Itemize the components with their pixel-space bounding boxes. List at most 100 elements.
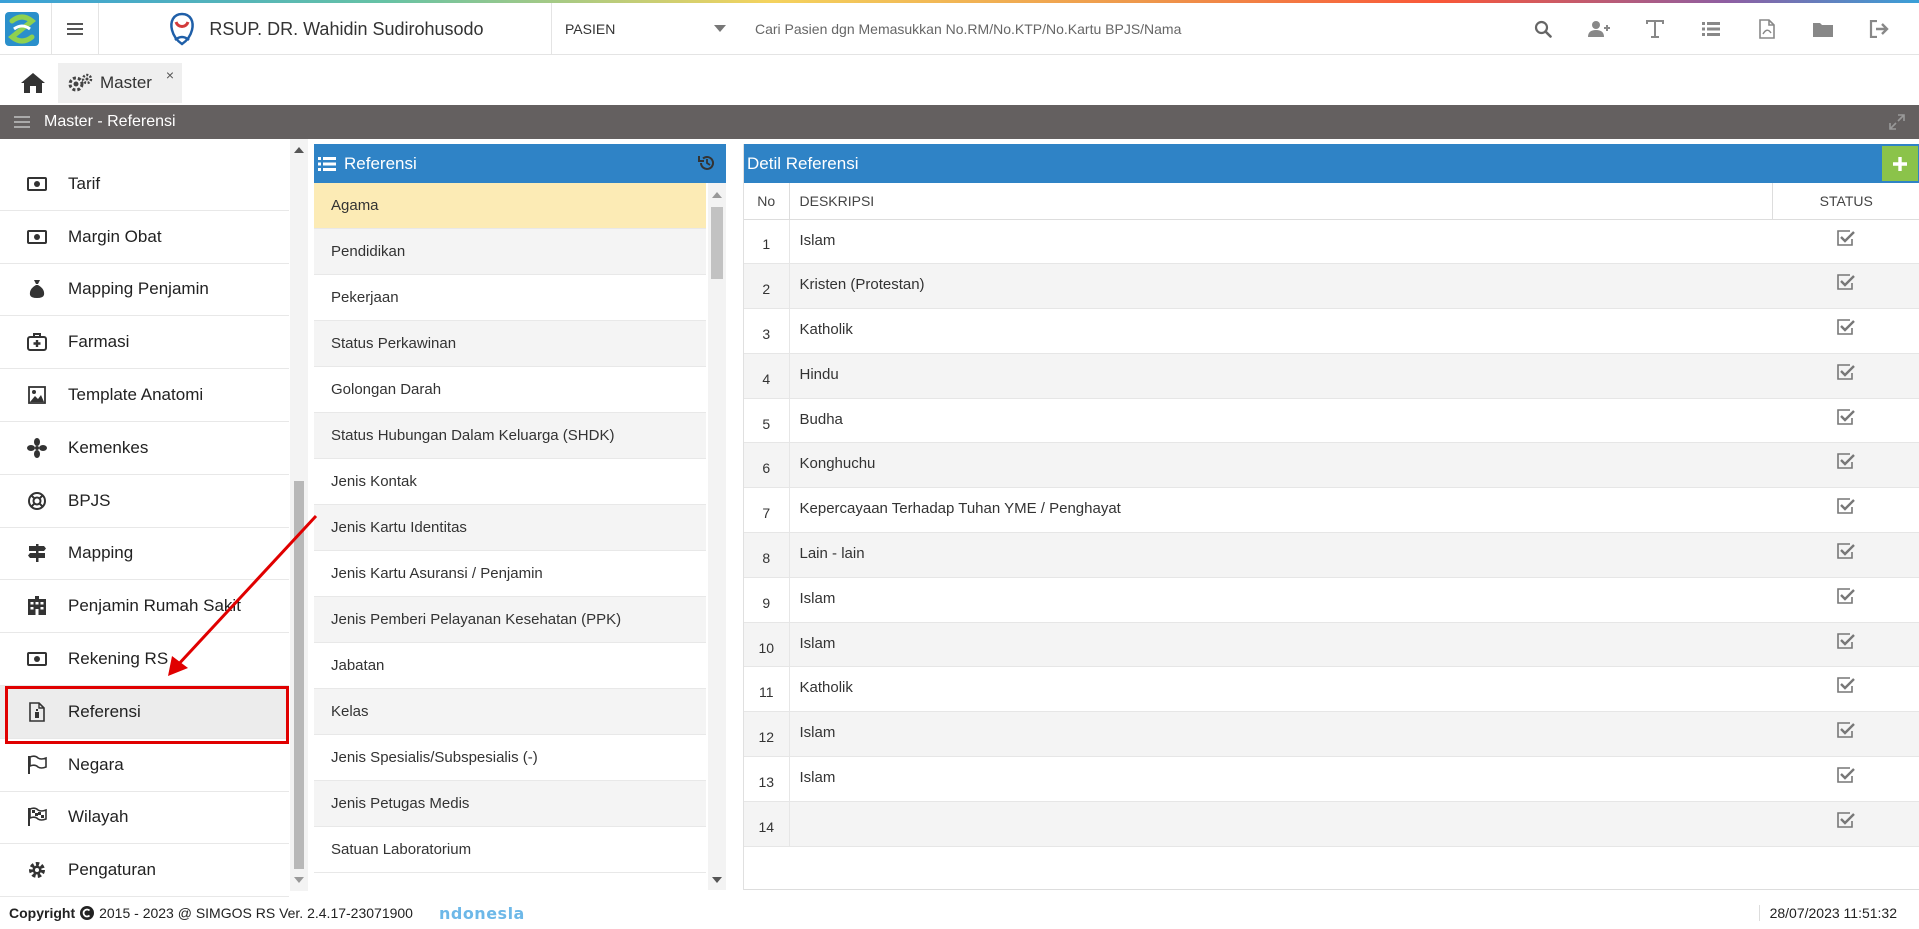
list-item[interactable]: Status Perkawinan — [314, 321, 706, 367]
sidebar-item-wilayah[interactable]: Wilayah — [0, 792, 289, 845]
patient-search-input[interactable] — [745, 16, 1505, 42]
sidebar-scrollbar[interactable] — [290, 139, 308, 891]
menu-toggle-button[interactable] — [51, 3, 99, 55]
checkbox-checked-icon[interactable] — [1837, 543, 1855, 559]
table-row[interactable]: 5 Budha — [744, 398, 1919, 444]
sidebar-item-mapping-penjamin[interactable]: Mapping Penjamin — [0, 264, 289, 317]
sidebar-item-pengaturan[interactable]: Pengaturan — [0, 844, 289, 898]
list-item[interactable]: Jenis Kontak — [314, 459, 706, 505]
cell-status — [1772, 263, 1919, 310]
list-item[interactable]: Jenis Pemberi Pelayanan Kesehatan (PPK) — [314, 597, 706, 643]
list-item[interactable]: Golongan Darah — [314, 367, 706, 413]
scroll-up-icon[interactable] — [712, 192, 722, 198]
table-row[interactable]: 9 Islam — [744, 577, 1919, 623]
logout-button[interactable] — [1851, 3, 1907, 55]
plus-icon — [1893, 156, 1907, 171]
search-button[interactable] — [1515, 3, 1571, 55]
sidebar-item-bpjs[interactable]: BPJS — [0, 475, 289, 528]
sidebar-item-label: Referensi — [68, 701, 141, 721]
checkbox-checked-icon[interactable] — [1837, 722, 1855, 739]
cell-no: 10 — [744, 622, 790, 668]
checkbox-checked-icon[interactable] — [1837, 319, 1855, 335]
cell-deskripsi: Katholik — [789, 308, 1772, 354]
column-header-status[interactable]: STATUS — [1772, 183, 1919, 220]
checkbox-checked-icon[interactable] — [1837, 498, 1855, 515]
table-row[interactable]: 13 Islam — [744, 756, 1919, 802]
sidebar-item-rekening-rs[interactable]: Rekening RS — [0, 633, 289, 686]
sidebar-item-referensi[interactable]: Referensi — [0, 685, 289, 744]
hospital-brand: RSUP. DR. Wahidin Sudirohusodo — [100, 3, 552, 55]
sidebar-item-farmasi[interactable]: Farmasi — [0, 316, 289, 370]
sidebar-item-template-anatomi[interactable]: Template Anatomi — [0, 369, 289, 422]
checkbox-checked-icon[interactable] — [1837, 588, 1855, 604]
list-item[interactable]: Pendidikan — [314, 229, 706, 275]
sidebar-item-mapping[interactable]: Mapping — [0, 528, 289, 581]
sidebar-item-margin-obat[interactable]: Margin Obat — [0, 211, 289, 264]
table-row[interactable]: 6 Konghuchu — [744, 442, 1919, 489]
tab-master[interactable]: Master × — [58, 63, 182, 103]
pdf-button[interactable] — [1739, 3, 1795, 55]
referensi-scrollbar[interactable] — [708, 183, 726, 890]
checkbox-checked-icon[interactable] — [1837, 812, 1855, 828]
checkbox-checked-icon[interactable] — [1837, 767, 1855, 783]
list-item[interactable]: Agama — [314, 183, 706, 229]
close-tab-icon[interactable]: × — [166, 67, 174, 83]
checkbox-checked-icon[interactable] — [1837, 677, 1855, 694]
table-row[interactable]: 11 Katholik — [744, 666, 1919, 713]
table-row[interactable]: 10 Islam — [744, 622, 1919, 668]
sidebar-item-penjamin-rumah-sakit[interactable]: Penjamin Rumah Sakit — [0, 580, 289, 634]
hamburger-icon[interactable] — [14, 116, 30, 128]
list-item[interactable]: Jenis Kartu Identitas — [314, 505, 706, 551]
sidebar-item-tarif[interactable]: Tarif — [0, 158, 289, 211]
table-row[interactable]: 4 Hindu — [744, 353, 1919, 399]
checkbox-checked-icon[interactable] — [1837, 632, 1855, 649]
scroll-down-icon[interactable] — [712, 877, 722, 883]
checkbox-checked-icon[interactable] — [1837, 274, 1855, 291]
table-row[interactable]: 8 Lain - lain — [744, 532, 1919, 578]
cell-no: 12 — [744, 711, 790, 758]
folder-button[interactable] — [1795, 3, 1851, 55]
patient-type-select[interactable]: PASIEN — [553, 3, 738, 55]
table-row[interactable]: 12 Islam — [744, 711, 1919, 758]
sidebar-item-negara[interactable]: Negara — [0, 739, 289, 792]
text-icon — [1646, 20, 1664, 38]
money-icon — [26, 226, 48, 248]
table-row[interactable]: 3 Katholik — [744, 308, 1919, 354]
sidebar-item-label: Mapping — [68, 543, 134, 563]
expand-icon[interactable] — [1889, 114, 1905, 130]
column-header-deskripsi[interactable]: DESKRIPSI — [789, 183, 1773, 220]
table-row[interactable]: 2 Kristen (Protestan) — [744, 263, 1919, 310]
app-logo[interactable] — [0, 3, 44, 55]
add-button[interactable] — [1882, 146, 1918, 181]
list-button[interactable] — [1683, 3, 1739, 55]
home-tab[interactable] — [12, 66, 54, 100]
money-icon — [26, 648, 48, 670]
list-item[interactable]: Jenis Petugas Medis — [314, 781, 706, 827]
scrollbar-thumb[interactable] — [711, 207, 723, 279]
checkbox-checked-icon[interactable] — [1837, 408, 1855, 425]
list-item[interactable]: Jenis Kartu Asuransi / Penjamin — [314, 551, 706, 597]
scroll-down-icon[interactable] — [294, 877, 304, 883]
column-header-no[interactable]: No — [744, 183, 790, 220]
checkbox-checked-icon[interactable] — [1837, 453, 1855, 470]
scroll-up-icon[interactable] — [294, 147, 304, 153]
cell-status — [1772, 442, 1919, 489]
checkbox-checked-icon[interactable] — [1837, 229, 1855, 246]
table-row[interactable]: 7 Kepercayaan Terhadap Tuhan YME / Pengha… — [744, 487, 1919, 534]
checkbox-checked-icon[interactable] — [1837, 364, 1855, 380]
list-item[interactable]: Kelas — [314, 689, 706, 735]
list-item[interactable]: Jabatan — [314, 643, 706, 689]
scrollbar-thumb[interactable] — [294, 481, 304, 869]
text-button[interactable] — [1627, 3, 1683, 55]
list-item[interactable]: Status Hubungan Dalam Keluarga (SHDK) — [314, 413, 706, 459]
list-item[interactable]: Jenis Spesialis/Subspesialis (-) — [314, 735, 706, 781]
list-item[interactable]: Pekerjaan — [314, 275, 706, 321]
table-row[interactable]: 14 — [744, 801, 1919, 847]
add-user-button[interactable] — [1571, 3, 1627, 55]
sidebar-item-kemenkes[interactable]: Kemenkes — [0, 422, 289, 475]
sidebar-menu: Tarif Margin Obat Mapping Penjamin Farma… — [0, 158, 289, 898]
table-row[interactable]: 1 Islam — [744, 219, 1919, 265]
cell-status — [1772, 532, 1919, 578]
refresh-icon[interactable] — [698, 154, 716, 172]
list-item[interactable]: Satuan Laboratorium — [314, 827, 706, 873]
